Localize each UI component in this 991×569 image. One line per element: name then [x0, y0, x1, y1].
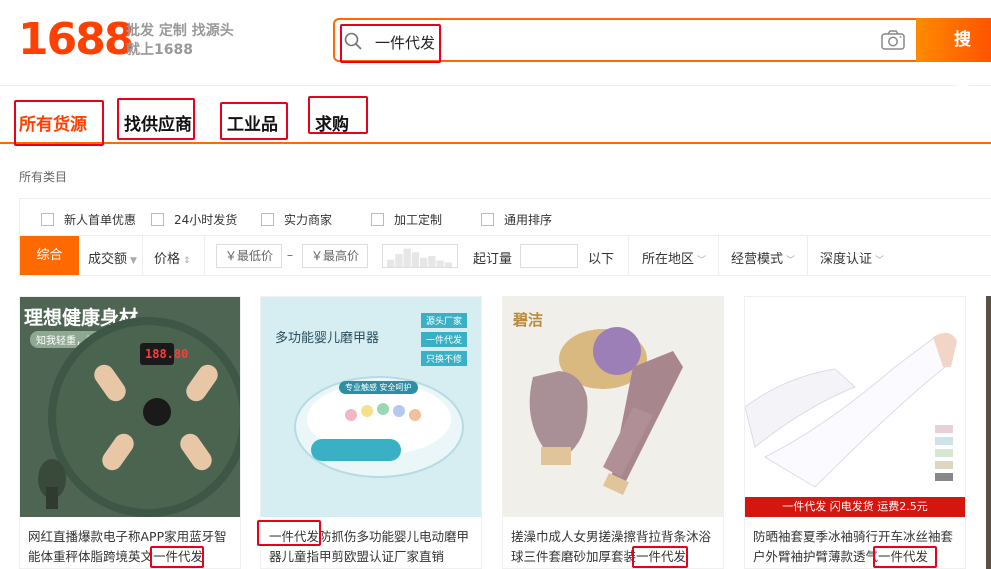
chevron-down-icon: ﹀	[697, 256, 707, 266]
filter-label: 加工定制	[394, 213, 443, 227]
annotation-highlight	[117, 98, 195, 140]
sort-price-label: 价格	[154, 252, 181, 267]
chevron-down-icon: ﹀	[786, 256, 796, 266]
divider	[628, 236, 629, 275]
sort-volume-label: 成交额	[88, 252, 128, 267]
price-dash: –	[287, 248, 293, 262]
product-image[interactable]: 理想健康身材 知我轻重，懂我品味 188.80	[20, 297, 240, 517]
annotation-highlight	[873, 546, 937, 568]
chevron-down-icon: ﹀	[875, 256, 885, 266]
filter-label: 通用排序	[504, 213, 553, 227]
bath-set-illustration	[529, 327, 683, 495]
filter-label: 新人首单优惠	[64, 213, 137, 227]
annotation-highlight	[150, 546, 204, 568]
business-mode-dropdown[interactable]: 经营模式 ﹀	[731, 248, 795, 267]
checkbox-icon[interactable]	[151, 213, 164, 226]
annotation-highlight	[220, 102, 288, 140]
business-mode-label: 经营模式	[731, 252, 784, 267]
image-badge: 专业触感 安全呵护	[339, 381, 418, 394]
sort-comprehensive[interactable]: 综合	[20, 236, 79, 275]
sort-volume[interactable]: 成交额 ▼	[88, 248, 137, 267]
product-card-partial[interactable]	[986, 296, 991, 569]
filter-label: 24小时发货	[174, 213, 238, 227]
logo-slogan: 批发 定制 找源头 就上1688	[126, 22, 234, 60]
product-card[interactable]: 碧洁 搓澡巾成人女男搓澡擦背拉背条沐浴球三件套磨砂加厚套装一件代发	[502, 296, 724, 569]
slogan-line-2: 就上1688	[126, 42, 193, 58]
logo[interactable]: 1688	[18, 14, 134, 65]
region-label: 所在地区	[642, 252, 695, 267]
annotation-highlight	[308, 96, 368, 134]
min-order-label: 起订量	[473, 252, 513, 267]
caret-down-icon: ▼	[130, 256, 137, 266]
certification-label: 深度认证	[820, 252, 873, 267]
filter-new-user[interactable]: 新人首单优惠	[41, 211, 136, 228]
sort-arrows-icon: ⇕	[183, 256, 191, 266]
divider	[204, 236, 205, 275]
annotation-highlight	[632, 546, 688, 568]
product-image[interactable]: 碧洁	[503, 297, 723, 517]
product-card[interactable]: 一件代发 闪电发货 运费2.5元 防晒袖套夏季冰袖骑行开车冰丝袖套户外臂袖护臂薄…	[744, 296, 966, 569]
sort-price[interactable]: 价格 ⇕	[154, 248, 191, 267]
min-order-input[interactable]	[520, 244, 578, 268]
slogan-line-1: 批发 定制 找源头	[126, 23, 234, 39]
checkbox-icon[interactable]	[41, 213, 54, 226]
category-breadcrumb[interactable]: 所有类目	[19, 168, 67, 185]
filter-label: 实力商家	[284, 213, 333, 227]
divider	[718, 236, 719, 275]
filter-custom[interactable]: 加工定制	[371, 211, 442, 228]
max-price-input[interactable]: ￥最高价	[302, 244, 368, 268]
scale-illustration	[38, 317, 240, 517]
annotation-highlight	[257, 520, 321, 546]
annotation-highlight	[14, 100, 104, 146]
filter-general-sort[interactable]: 通用排序	[481, 211, 552, 228]
image-promo-banner: 一件代发 闪电发货 运费2.5元	[745, 497, 965, 517]
below-label: 以下	[588, 252, 615, 267]
checkbox-icon[interactable]	[261, 213, 274, 226]
filter-options: 新人首单优惠 24小时发货 实力商家 加工定制 通用排序	[19, 198, 991, 236]
nail-grinder-illustration	[294, 376, 464, 478]
annotation-highlight	[340, 24, 441, 63]
product-card[interactable]: 理想健康身材 知我轻重，懂我品味 188.80 网红直播爆款电子称APP家用蓝牙…	[19, 296, 241, 569]
region-dropdown[interactable]: 所在地区 ﹀	[642, 248, 706, 267]
divider	[142, 236, 143, 275]
product-image[interactable]: 一件代发 闪电发货 运费2.5元	[745, 297, 965, 517]
scale-display-value: 188.80	[145, 347, 189, 361]
product-image[interactable]: 多功能婴儿磨甲器 源头厂家 一件代发 只换不修 专业触感 安全呵护	[261, 297, 481, 517]
filter-24h-ship[interactable]: 24小时发货	[151, 211, 237, 228]
price-distribution-chart[interactable]	[382, 244, 458, 268]
sort-bar: 综合 成交额 ▼ 价格 ⇕ ￥最低价 – ￥最高价 起订量 以下 所在地区 ﹀ 经营模…	[19, 236, 991, 276]
search-button[interactable]: 搜 索	[916, 18, 991, 94]
arm-sleeve-illustration	[745, 332, 957, 488]
checkbox-icon[interactable]	[371, 213, 384, 226]
checkbox-icon[interactable]	[481, 213, 494, 226]
camera-icon[interactable]	[880, 28, 906, 52]
page: 1688 批发 定制 找源头 就上1688 一件代发 搜 索 所有货源 找供应商…	[0, 0, 991, 569]
certification-dropdown[interactable]: 深度认证 ﹀	[820, 248, 884, 267]
header: 1688 批发 定制 找源头 就上1688 一件代发 搜 索	[0, 0, 991, 94]
divider	[807, 236, 808, 275]
min-price-input[interactable]: ￥最低价	[216, 244, 282, 268]
filter-strong-merchant[interactable]: 实力商家	[261, 211, 332, 228]
